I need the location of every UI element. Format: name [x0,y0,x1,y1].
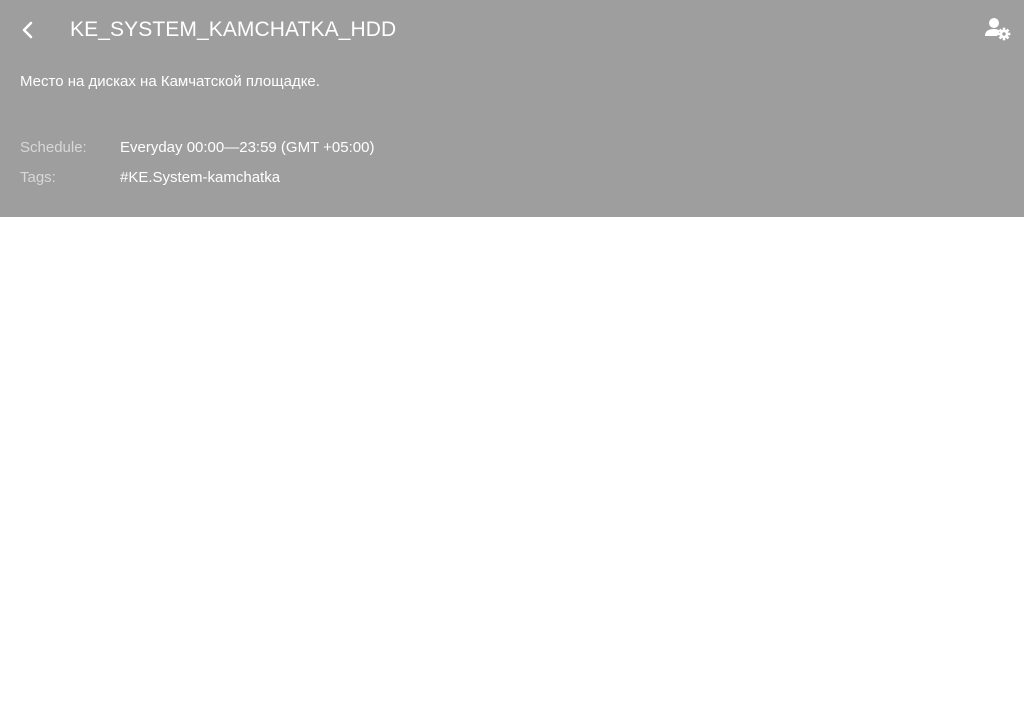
schedule-value: Everyday 00:00—23:59 (GMT +05:00) [120,139,375,156]
tags-value[interactable]: #KE.System-kamchatka [120,168,280,188]
main-content [0,217,1024,720]
user-settings-button[interactable] [984,16,1012,42]
back-button[interactable] [14,16,42,44]
tags-label: Tags: [20,169,56,186]
report-header: KE_SYSTEM_KAMCHATKA_HDD Место на дисках … [0,0,1024,217]
tags-row: Tags: #KE.System-kamchatka [20,168,280,188]
schedule-row: Schedule: Everyday 00:00—23:59 (GMT +05:… [20,138,374,158]
report-description: Место на дисках на Камчатской площадке. [20,73,320,90]
schedule-label: Schedule: [20,139,87,156]
chevron-left-icon [22,21,33,39]
page-title: KE_SYSTEM_KAMCHATKA_HDD [70,18,397,41]
user-settings-icon [985,18,1011,41]
